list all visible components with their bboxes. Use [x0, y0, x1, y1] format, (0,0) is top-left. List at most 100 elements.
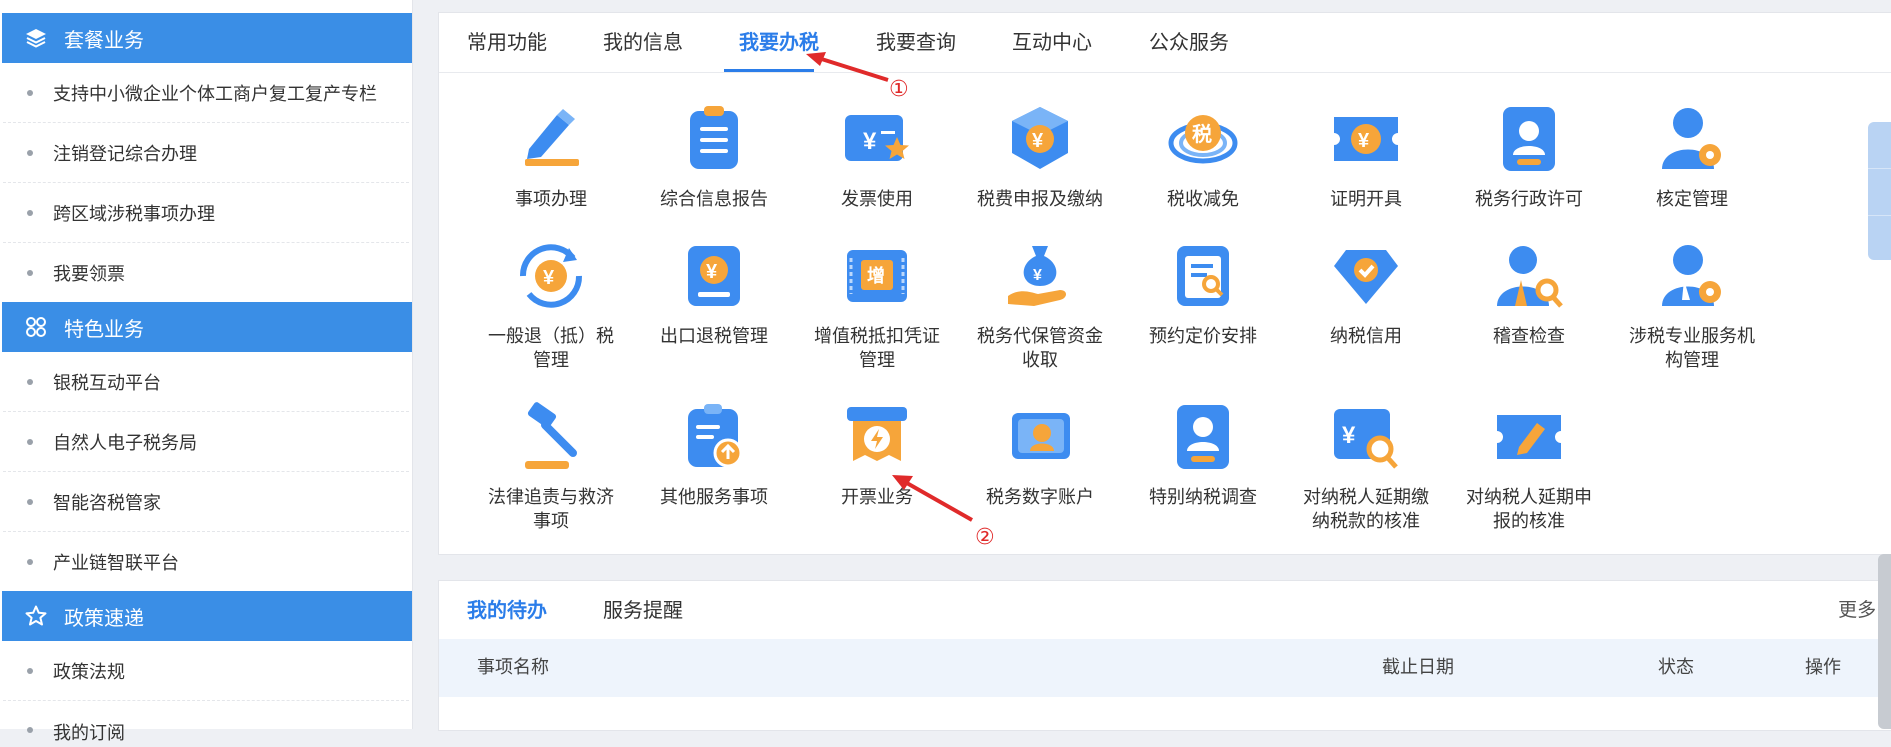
- tab-my-info[interactable]: 我的信息: [603, 13, 683, 72]
- sidebar-item[interactable]: 我的订阅: [3, 701, 409, 747]
- service-label: 税费申报及缴纳: [977, 189, 1103, 210]
- service-item[interactable]: 开票业务: [807, 401, 947, 510]
- sidebar-item[interactable]: 政策法规: [3, 641, 409, 701]
- grid-apps-icon: [22, 313, 50, 341]
- tab-service-reminder[interactable]: 服务提醒: [603, 581, 683, 639]
- service-label: 法律追责与救济事项: [488, 487, 614, 532]
- column-header: 事项名称: [477, 657, 549, 678]
- user-search-icon: [1497, 246, 1563, 308]
- service-panel: 常用功能 我的信息 我要办税 我要查询 互动中心 公众服务 事项办理 综合信息报…: [438, 12, 1891, 555]
- bullet-icon: [27, 378, 33, 385]
- tab-tax-handling[interactable]: 我要办税: [739, 13, 819, 72]
- sidebar-item-label: 我要领票: [53, 263, 125, 285]
- service-label: 纳税信用: [1330, 326, 1402, 347]
- sidebar-item[interactable]: 自然人电子税务局: [3, 412, 409, 472]
- diamond-check-icon: [1334, 250, 1398, 304]
- sidebar-item-label: 智能咨税管家: [53, 492, 161, 514]
- bullet-icon: [27, 498, 33, 505]
- service-item[interactable]: 稽查检查: [1459, 240, 1599, 349]
- sidebar-section-header[interactable]: 套餐业务: [2, 13, 412, 63]
- sidebar-item[interactable]: 注销登记综合办理: [3, 123, 409, 183]
- service-label: 税务代保管资金收取: [977, 326, 1103, 371]
- invoice-lightning-icon: [847, 407, 907, 461]
- column-header: 状态: [1658, 657, 1694, 678]
- service-item[interactable]: 增 增值税抵扣凭证管理: [807, 240, 947, 373]
- service-item[interactable]: 法律追责与救济事项: [481, 401, 621, 534]
- svg-text:¥: ¥: [1342, 422, 1356, 449]
- sidebar-item-label: 支持中小微企业个体工商户复工复产专栏: [53, 83, 377, 105]
- service-item[interactable]: 涉税专业服务机构管理: [1622, 240, 1762, 373]
- sidebar-item[interactable]: 产业链智联平台: [3, 532, 409, 591]
- service-label: 税务行政许可: [1475, 189, 1583, 210]
- bullet-icon: [27, 667, 33, 674]
- service-item[interactable]: 对纳税人延期申报的核准: [1459, 401, 1599, 534]
- sidebar-section-header[interactable]: 政策速递: [2, 591, 412, 641]
- service-label: 对纳税人延期申报的核准: [1466, 487, 1592, 532]
- service-item[interactable]: ¥ 一般退（抵）税管理: [481, 240, 621, 373]
- document-icon[interactable]: [1868, 169, 1891, 216]
- service-item[interactable]: ¥ 证明开具: [1296, 103, 1436, 212]
- service-item[interactable]: ¥ 对纳税人延期缴纳税款的核准: [1296, 401, 1436, 534]
- person-card-icon: [1177, 405, 1229, 469]
- bullet-icon: [27, 727, 33, 733]
- ticket-edit-icon: [1497, 415, 1561, 459]
- annotation-number: ①: [889, 77, 909, 102]
- clipboard-list-icon: [690, 106, 738, 169]
- column-header: 操作: [1805, 657, 1841, 678]
- chat-icon[interactable]: [1868, 122, 1891, 169]
- tab-query[interactable]: 我要查询: [876, 13, 956, 72]
- service-item[interactable]: 其他服务事项: [644, 401, 784, 510]
- service-item[interactable]: ¥ 发票使用: [807, 103, 947, 212]
- back-to-top-icon[interactable]: [1868, 216, 1891, 262]
- annotation-number: ②: [975, 525, 995, 550]
- sidebar-item[interactable]: 智能咨税管家: [3, 472, 409, 532]
- service-item[interactable]: 事项办理: [481, 103, 621, 212]
- pencil-icon: [525, 109, 579, 166]
- sidebar-item-label: 我的订阅: [53, 723, 125, 744]
- vat-ticket-icon: 增: [847, 250, 907, 302]
- service-item[interactable]: 核定管理: [1622, 103, 1762, 212]
- sidebar-section-title: 特色业务: [64, 316, 144, 341]
- sidebar-item-label: 产业链智联平台: [53, 552, 179, 574]
- service-label: 对纳税人延期缴纳税款的核准: [1303, 487, 1429, 532]
- service-item[interactable]: 税务行政许可: [1459, 103, 1599, 212]
- sidebar-item[interactable]: 跨区域涉税事项办理: [3, 183, 409, 243]
- money-bag-hand-icon: ¥: [1008, 246, 1066, 306]
- sidebar-section-header[interactable]: 特色业务: [2, 302, 412, 352]
- yuan-refresh-icon: ¥: [519, 244, 583, 308]
- sidebar-item[interactable]: 支持中小微企业个体工商户复工复产专栏: [3, 63, 409, 123]
- service-item[interactable]: 特别纳税调查: [1133, 401, 1273, 510]
- service-item[interactable]: 预约定价安排: [1133, 240, 1273, 349]
- service-item[interactable]: ¥ 税费申报及缴纳: [970, 103, 1110, 212]
- tab-my-todo[interactable]: 我的待办: [467, 581, 547, 639]
- service-item[interactable]: 纳税信用: [1296, 240, 1436, 349]
- floating-toolbar: [1868, 122, 1891, 260]
- service-item[interactable]: 综合信息报告: [644, 103, 784, 212]
- svg-text:¥: ¥: [706, 261, 718, 283]
- service-label: 税收减免: [1167, 189, 1239, 210]
- table-header: 事项名称 截止日期 状态 操作: [439, 639, 1891, 697]
- service-item[interactable]: 税 税收减免: [1133, 103, 1273, 212]
- service-item[interactable]: ¥ 出口退税管理: [644, 240, 784, 349]
- service-label: 综合信息报告: [660, 189, 768, 210]
- yuan-document-icon: ¥: [688, 246, 740, 306]
- tax-seal-icon: 税: [1168, 115, 1238, 164]
- user-gear-icon: [1662, 108, 1721, 169]
- sidebar-item[interactable]: 银税互动平台: [3, 352, 409, 412]
- scrollbar[interactable]: [1878, 554, 1891, 729]
- service-label: 其他服务事项: [660, 487, 768, 508]
- yuan-box-icon: ¥: [1012, 107, 1068, 169]
- tab-interaction[interactable]: 互动中心: [1012, 13, 1092, 72]
- star-icon: [22, 602, 50, 630]
- active-tab-indicator: [724, 69, 814, 72]
- service-item[interactable]: ¥ 税务代保管资金收取: [970, 240, 1110, 373]
- svg-text:¥: ¥: [1032, 130, 1044, 152]
- service-label: 税务数字账户: [986, 487, 1094, 508]
- sidebar-item[interactable]: 我要领票: [3, 243, 409, 302]
- bullet-icon: [27, 438, 33, 445]
- tab-common[interactable]: 常用功能: [467, 13, 547, 72]
- tab-public-service[interactable]: 公众服务: [1149, 13, 1229, 72]
- service-item[interactable]: 税务数字账户: [970, 401, 1110, 510]
- sidebar: 套餐业务 支持中小微企业个体工商户复工复产专栏 注销登记综合办理 跨区域涉税事项…: [0, 0, 413, 744]
- svg-text:¥: ¥: [1033, 267, 1042, 284]
